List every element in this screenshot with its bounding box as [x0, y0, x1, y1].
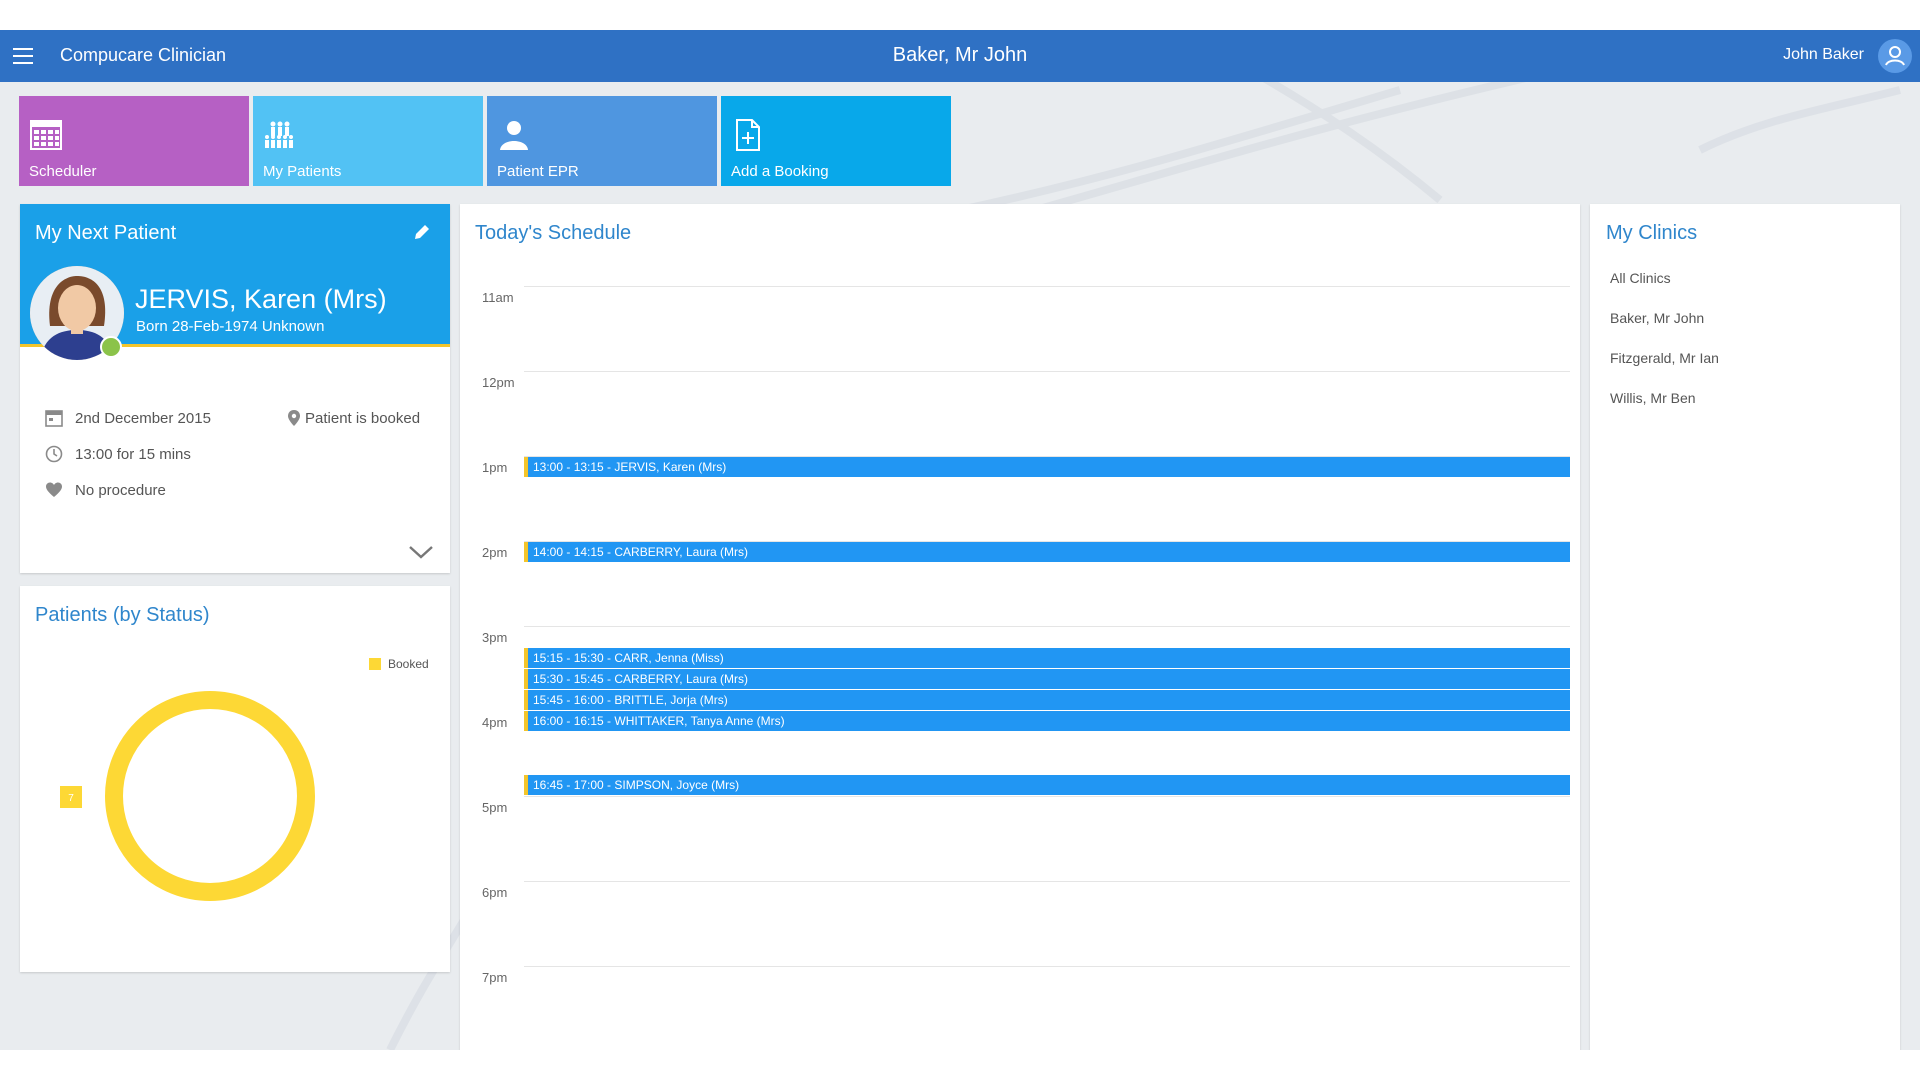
patients-by-status-card: Patients (by Status) Booked 7: [20, 586, 450, 972]
tile-scheduler[interactable]: Scheduler: [19, 96, 249, 186]
calendar-grid-icon: [30, 120, 62, 150]
appointment-date: 2nd December 2015: [75, 410, 211, 427]
appointment-block[interactable]: 16:45 - 17:00 - SIMPSON, Joyce (Mrs): [524, 775, 1570, 795]
next-patient-card: My Next Patient JERVIS, Karen (Mrs) Born…: [20, 204, 450, 573]
hour-label: 11am: [482, 290, 514, 305]
procedure-row: No procedure: [45, 482, 245, 502]
appointment-block[interactable]: 16:00 - 16:15 - WHITTAKER, Tanya Anne (M…: [524, 711, 1570, 731]
clock-icon: [45, 445, 63, 463]
top-bar: Compucare Clinician Baker, Mr John John …: [0, 30, 1920, 82]
chevron-down-icon[interactable]: [408, 544, 434, 560]
appointment-block[interactable]: 15:30 - 15:45 - CARBERRY, Laura (Mrs): [524, 669, 1570, 689]
donut-slice-booked[interactable]: [105, 691, 315, 901]
hour-gridline: [524, 966, 1570, 967]
clinic-item[interactable]: Willis, Mr Ben: [1610, 390, 1696, 406]
next-patient-name[interactable]: JERVIS, Karen (Mrs): [135, 284, 387, 315]
calendar-icon: [45, 410, 63, 427]
heart-icon: [46, 482, 62, 497]
user-name[interactable]: John Baker: [1783, 46, 1864, 64]
clinic-item[interactable]: All Clinics: [1610, 270, 1671, 286]
clinic-item[interactable]: Fitzgerald, Mr Ian: [1610, 350, 1719, 366]
my-clinics-card: My Clinics All Clinics Baker, Mr John Fi…: [1590, 204, 1900, 1050]
donut-value-label: 7: [68, 793, 74, 804]
hour-gridline: [524, 286, 1570, 287]
clinics-title: My Clinics: [1606, 222, 1698, 244]
hour-label: 1pm: [482, 460, 508, 475]
tile-add-booking[interactable]: Add a Booking: [721, 96, 951, 186]
hour-label: 3pm: [482, 630, 508, 645]
hour-gridline: [524, 881, 1570, 882]
tile-label: Patient EPR: [497, 163, 579, 180]
appointment-date-row: 2nd December 2015: [45, 410, 245, 430]
hour-label: 12pm: [482, 375, 515, 390]
bottom-blank-strip: [0, 1050, 1920, 1080]
hour-gridline: [524, 626, 1570, 627]
status-donut-chart: 7: [60, 691, 315, 901]
app-window: Compucare Clinician Baker, Mr John John …: [0, 30, 1920, 1050]
hour-label: 2pm: [482, 545, 508, 560]
next-patient-title: My Next Patient: [35, 222, 177, 244]
patients-by-status-title: Patients (by Status): [35, 604, 210, 626]
procedure: No procedure: [75, 482, 166, 499]
tile-label: My Patients: [263, 163, 342, 180]
hour-gridline: [524, 371, 1570, 372]
add-document-icon: [736, 119, 760, 151]
tile-patient-epr[interactable]: Patient EPR: [487, 96, 717, 186]
next-patient-born: Born 28-Feb-1974 Unknown: [136, 318, 325, 335]
people-group-icon: [265, 121, 293, 148]
booking-status: Patient is booked: [305, 410, 421, 427]
hour-label: 5pm: [482, 800, 508, 815]
appointment-time: 13:00 for 15 mins: [75, 446, 191, 463]
tile-label: Add a Booking: [731, 163, 829, 180]
legend-booked-swatch: [369, 658, 381, 670]
appointment-block[interactable]: 15:15 - 15:30 - CARR, Jenna (Miss): [524, 648, 1570, 668]
hour-label: 4pm: [482, 715, 508, 730]
location-pin-icon: [288, 410, 300, 426]
todays-schedule-card: Today's Schedule 11am 12pm 1pm 2pm 3pm 4…: [460, 204, 1580, 1050]
hour-label: 6pm: [482, 885, 508, 900]
edit-pencil-icon[interactable]: [412, 222, 432, 242]
booking-status-row: Patient is booked: [285, 410, 445, 430]
tile-my-patients[interactable]: My Patients: [253, 96, 483, 186]
appointment-block[interactable]: 15:45 - 16:00 - BRITTLE, Jorja (Mrs): [524, 690, 1570, 710]
schedule-title: Today's Schedule: [475, 222, 632, 244]
appointment-block[interactable]: 14:00 - 14:15 - CARBERRY, Laura (Mrs): [524, 542, 1570, 562]
person-icon: [500, 121, 528, 150]
user-avatar-icon[interactable]: [1878, 39, 1912, 73]
hour-gridline: [524, 796, 1570, 797]
current-patient-title: Baker, Mr John: [892, 44, 1028, 66]
clinic-item[interactable]: Baker, Mr John: [1610, 310, 1704, 326]
legend-booked-label[interactable]: Booked: [388, 657, 429, 671]
tile-label: Scheduler: [29, 163, 97, 180]
hour-label: 7pm: [482, 970, 508, 985]
online-status-dot: [100, 336, 122, 358]
appointment-block[interactable]: 13:00 - 13:15 - JERVIS, Karen (Mrs): [524, 457, 1570, 477]
appointment-time-row: 13:00 for 15 mins: [45, 445, 245, 466]
